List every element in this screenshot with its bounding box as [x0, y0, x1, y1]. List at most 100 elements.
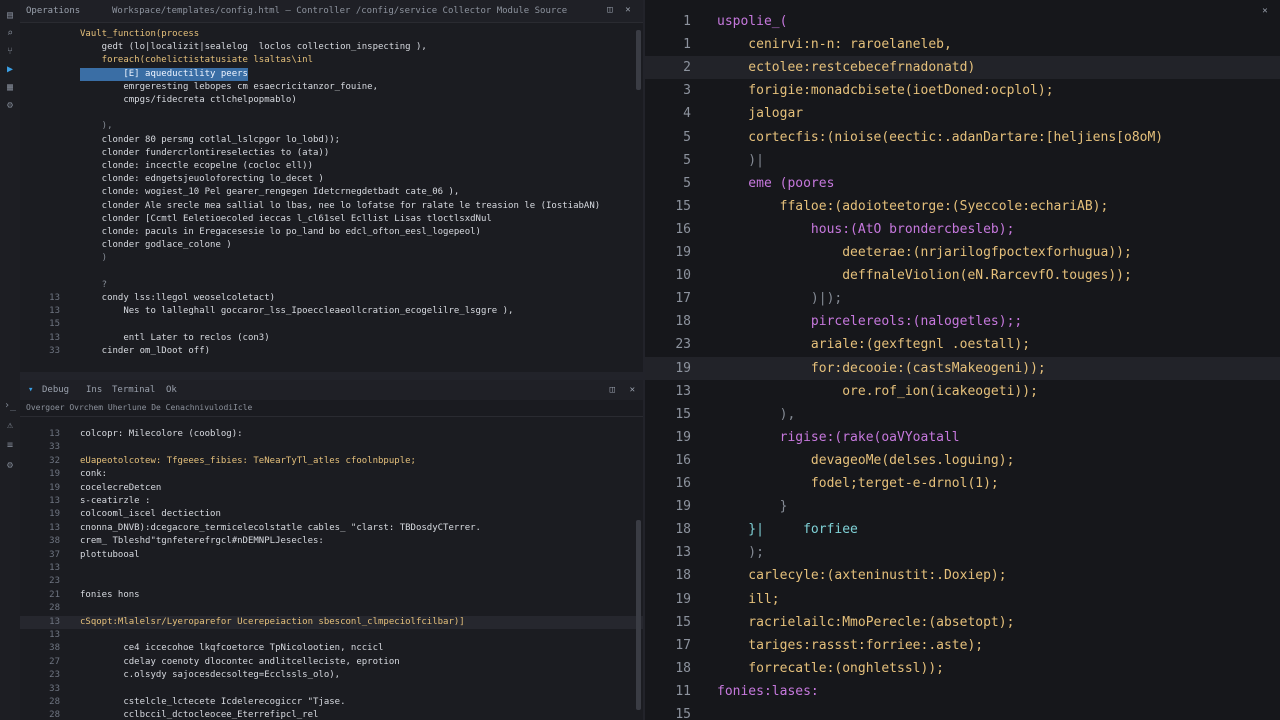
code-line[interactable]: ?: [20, 279, 643, 292]
code-line[interactable]: [E] aqueductility peers: [20, 67, 643, 81]
output-icon[interactable]: ≡: [4, 440, 16, 452]
code-line[interactable]: 13: [20, 629, 643, 642]
close-panel-icon[interactable]: ✕: [630, 385, 635, 395]
files-icon[interactable]: ▤: [4, 10, 16, 22]
code-line[interactable]: 33: [20, 441, 643, 454]
code-line[interactable]: Vault_function(process: [20, 28, 643, 41]
code-line[interactable]: 1 cenirvi:n-n: raroelaneleb,: [645, 33, 1280, 56]
code-line[interactable]: 15 ffaloe:(adoioteetorge:(Syeccole:echar…: [645, 195, 1280, 218]
code-line[interactable]: 19 for:decooie:(castsMakeogeni));: [645, 356, 1280, 380]
code-line[interactable]: [20, 266, 643, 279]
horizontal-splitter[interactable]: [20, 372, 643, 380]
code-line[interactable]: 16 hous:(AtO brondercbesleb);: [645, 218, 1280, 241]
code-line[interactable]: 15: [645, 703, 1280, 720]
code-line[interactable]: 3 forigie:monadcbisete(ioetDoned:ocplol)…: [645, 79, 1280, 102]
code-line[interactable]: 10 deffnaleViolion(eN.RarcevfO.touges));: [645, 264, 1280, 287]
code-line[interactable]: 13 s-ceatirzle :: [20, 495, 643, 508]
code-line[interactable]: 15 ),: [645, 403, 1280, 426]
code-line[interactable]: 11 fonies:lases:: [645, 680, 1280, 703]
code-line[interactable]: 13 condy lss:llegol weoselcoletact): [20, 292, 643, 305]
panel-scrollbar[interactable]: [636, 520, 641, 710]
code-line[interactable]: 5 )|: [645, 149, 1280, 172]
code-line[interactable]: 37 plottubooal: [20, 549, 643, 562]
code-line[interactable]: 19 cocelecreDetcen: [20, 482, 643, 495]
tab-debug[interactable]: Debug: [42, 385, 69, 395]
code-line[interactable]: clonder 80 persmg cotlal_lslcpgor lo_lob…: [20, 134, 643, 147]
code-line[interactable]: clonde: edngetsjeuoloforecting lo_decet …: [20, 173, 643, 186]
run-icon[interactable]: ▶: [4, 64, 16, 76]
code-line[interactable]: emrgeresting lebopes cm esaecricitanzor_…: [20, 81, 643, 94]
code-line[interactable]: 19 deeterae:(nrjarilogfpoctexforhugua));: [645, 241, 1280, 264]
split-panel-icon[interactable]: ◫: [610, 385, 615, 395]
code-line[interactable]: clonder [Ccmtl Eeletioecoled ieccas l_cl…: [20, 213, 643, 226]
code-line[interactable]: 19 ill;: [645, 588, 1280, 611]
code-line[interactable]: 5 eme (poores: [645, 172, 1280, 195]
code-line[interactable]: 19 }: [645, 495, 1280, 518]
code-line[interactable]: 33 cinder om_lDoot off): [20, 345, 643, 358]
code-line[interactable]: 17 tariges:rassst:forriee:.aste);: [645, 634, 1280, 657]
code-line[interactable]: 19 conk:: [20, 468, 643, 481]
code-line[interactable]: 33: [20, 683, 643, 696]
search-icon[interactable]: ⌕: [4, 28, 16, 40]
code-line[interactable]: 1 uspolie_(: [645, 10, 1280, 33]
code-line[interactable]: clonder fundercrlontireselecties to (ata…: [20, 147, 643, 160]
code-line[interactable]: 17 )|);: [645, 287, 1280, 310]
code-line[interactable]: 2 ectolee:restcebecefrnadonatd): [645, 56, 1280, 80]
code-line[interactable]: ): [20, 252, 643, 265]
code-line[interactable]: 23 ariale:(gexftegnl .oestall);: [645, 333, 1280, 356]
code-line[interactable]: 38 crem_ Tbleshd"tgnfeterefrgcl#nDEMNPLJe…: [20, 535, 643, 548]
code-line[interactable]: ),: [20, 120, 643, 133]
terminal-icon[interactable]: ›_: [4, 400, 16, 412]
code-line[interactable]: 13 colcopr: Milecolore (cooblog):: [20, 428, 643, 441]
code-line[interactable]: 21 fonies hons: [20, 589, 643, 602]
debug-icon[interactable]: ⚙: [4, 100, 16, 112]
split-icon[interactable]: ◫: [605, 5, 615, 15]
settings-icon[interactable]: ⚙: [4, 460, 16, 472]
code-line[interactable]: clonder godlace_colone ): [20, 239, 643, 252]
code-line[interactable]: [20, 107, 643, 120]
code-line[interactable]: 16 fodel;terget-e-drnol(1);: [645, 472, 1280, 495]
code-line[interactable]: 23: [20, 575, 643, 588]
code-line[interactable]: 13 );: [645, 541, 1280, 564]
code-line[interactable]: 38 ce4 iccecohoe lkqfcoetorce TpNicoloot…: [20, 642, 643, 655]
tab-ins[interactable]: Ins: [86, 385, 102, 395]
code-line[interactable]: 28 cstelcle_lctecete Icdelerecogiccr "Tj…: [20, 696, 643, 709]
code-line[interactable]: foreach(cohelictistatusiate lsaltas\inl: [20, 54, 643, 67]
code-line[interactable]: 5 cortecfis:(nioise(eectic:.adanDartare:…: [645, 126, 1280, 149]
panel-pin-icon[interactable]: ▾: [28, 385, 33, 395]
code-line[interactable]: 27 cdelay coenoty dlocontec andlitcellec…: [20, 656, 643, 669]
code-line[interactable]: clonde: wogiest_10 Pel gearer_rengegen I…: [20, 186, 643, 199]
code-line[interactable]: 18 carlecyle:(axteninustit:.Doxiep);: [645, 564, 1280, 587]
code-line[interactable]: 18 pircelereols:(nalogetles);;: [645, 310, 1280, 333]
code-line[interactable]: 18 forrecatle:(onghletssl));: [645, 657, 1280, 680]
code-line[interactable]: 19 colcooml_iscel dectiection: [20, 508, 643, 521]
code-line[interactable]: 13: [20, 562, 643, 575]
code-line[interactable]: 13 Nes to lalleghall goccaror_lss_Ipoecc…: [20, 305, 643, 318]
code-line[interactable]: 13 cnonna_DNVB):dcegacore_termicelecolsta…: [20, 522, 643, 535]
extensions-icon[interactable]: ▦: [4, 82, 16, 94]
code-line[interactable]: 28 cclbccil_dctocleocee_Eterrefipcl_rel: [20, 709, 643, 720]
code-line[interactable]: 15 racrielailc:MmoPerecle:(absetopt);: [645, 611, 1280, 634]
right-close-icon[interactable]: ✕: [1260, 6, 1270, 16]
code-line[interactable]: gedt (lo|localizit|sealelog loclos colle…: [20, 41, 643, 54]
code-line[interactable]: 19 rigise:(rake(oaVYoatall: [645, 426, 1280, 449]
code-line[interactable]: cmpgs/fidecreta ctlchelpopmablo): [20, 94, 643, 107]
source-control-icon[interactable]: ⑂: [4, 46, 16, 58]
code-line[interactable]: 23 c.olsydy sajocesdecsolteg=Ecclssls_ol…: [20, 669, 643, 682]
code-line[interactable]: 4 jalogar: [645, 102, 1280, 125]
scrollbar[interactable]: [636, 30, 641, 90]
tab-terminal[interactable]: Terminal: [112, 385, 155, 395]
code-line[interactable]: 32 eUapeotolcotew: Tfgeees_fibies: TeNear…: [20, 455, 643, 468]
code-line[interactable]: clonde: paculs in Eregacesesie lo po_lan…: [20, 226, 643, 239]
code-line[interactable]: 13 ore.rof_ion(icakeogeti));: [645, 380, 1280, 403]
tab-title[interactable]: Operations: [26, 6, 80, 16]
problems-icon[interactable]: ⚠: [4, 420, 16, 432]
code-line[interactable]: 18 }| forfiee: [645, 518, 1280, 541]
code-line[interactable]: 16 devageoMe(delses.loguing);: [645, 449, 1280, 472]
close-icon[interactable]: ✕: [623, 5, 633, 15]
code-line[interactable]: clonde: incectle ecopelne (cocloc ell)): [20, 160, 643, 173]
tab-ok[interactable]: Ok: [166, 385, 177, 395]
code-line[interactable]: 13 cSqopt:Mlalelsr/Lyeroparefor Ucerepeia…: [20, 615, 643, 629]
code-line[interactable]: 13 entl Later to reclos (con3): [20, 332, 643, 345]
code-line[interactable]: 28: [20, 602, 643, 615]
